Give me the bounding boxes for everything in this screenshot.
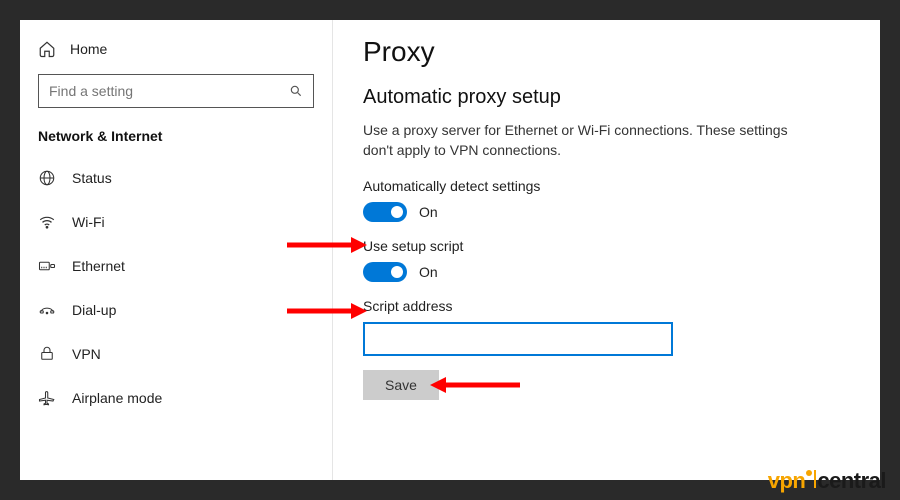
auto-detect-label: Automatically detect settings — [363, 178, 850, 194]
use-script-toggle[interactable] — [363, 262, 407, 282]
search-icon — [289, 84, 303, 98]
watermark-line-icon — [814, 470, 816, 488]
sidebar-item-label: VPN — [72, 346, 101, 362]
use-script-row: On — [363, 262, 850, 282]
auto-detect-row: On — [363, 202, 850, 222]
watermark: vpn central — [768, 468, 886, 494]
watermark-dot-icon — [806, 470, 812, 476]
sidebar-item-airplane[interactable]: Airplane mode — [20, 376, 332, 420]
watermark-central: central — [817, 468, 886, 494]
airplane-icon — [38, 389, 56, 407]
globe-icon — [38, 169, 56, 187]
use-script-label: Use setup script — [363, 238, 850, 254]
nav-list: Status Wi-Fi Ethernet Dial-up — [20, 156, 332, 420]
save-button[interactable]: Save — [363, 370, 439, 400]
search-box[interactable] — [38, 74, 314, 108]
sidebar: Home Network & Internet Status Wi-Fi — [20, 20, 333, 480]
section-description: Use a proxy server for Ethernet or Wi-Fi… — [363, 121, 793, 160]
script-address-label: Script address — [363, 298, 850, 314]
home-nav[interactable]: Home — [20, 32, 332, 70]
vpn-icon — [38, 345, 56, 363]
sidebar-item-label: Airplane mode — [72, 390, 162, 406]
sidebar-item-status[interactable]: Status — [20, 156, 332, 200]
sidebar-item-vpn[interactable]: VPN — [20, 332, 332, 376]
script-address-input[interactable] — [363, 322, 673, 356]
sidebar-item-wifi[interactable]: Wi-Fi — [20, 200, 332, 244]
section-title: Automatic proxy setup — [363, 86, 850, 109]
sidebar-item-label: Wi-Fi — [72, 214, 105, 230]
category-header: Network & Internet — [20, 122, 332, 156]
wifi-icon — [38, 213, 56, 231]
ethernet-icon — [38, 257, 56, 275]
sidebar-item-label: Ethernet — [72, 258, 125, 274]
auto-detect-toggle[interactable] — [363, 202, 407, 222]
home-icon — [38, 40, 56, 58]
home-label: Home — [70, 41, 107, 57]
sidebar-item-dialup[interactable]: Dial-up — [20, 288, 332, 332]
watermark-vpn: vpn — [768, 468, 806, 494]
sidebar-item-label: Dial-up — [72, 302, 116, 318]
page-title: Proxy — [363, 36, 850, 68]
main-content: Proxy Automatic proxy setup Use a proxy … — [333, 20, 880, 480]
auto-detect-state: On — [419, 204, 438, 220]
sidebar-item-ethernet[interactable]: Ethernet — [20, 244, 332, 288]
dialup-icon — [38, 301, 56, 319]
search-input[interactable] — [49, 83, 289, 99]
settings-window: Home Network & Internet Status Wi-Fi — [20, 20, 880, 480]
use-script-state: On — [419, 264, 438, 280]
sidebar-item-label: Status — [72, 170, 112, 186]
